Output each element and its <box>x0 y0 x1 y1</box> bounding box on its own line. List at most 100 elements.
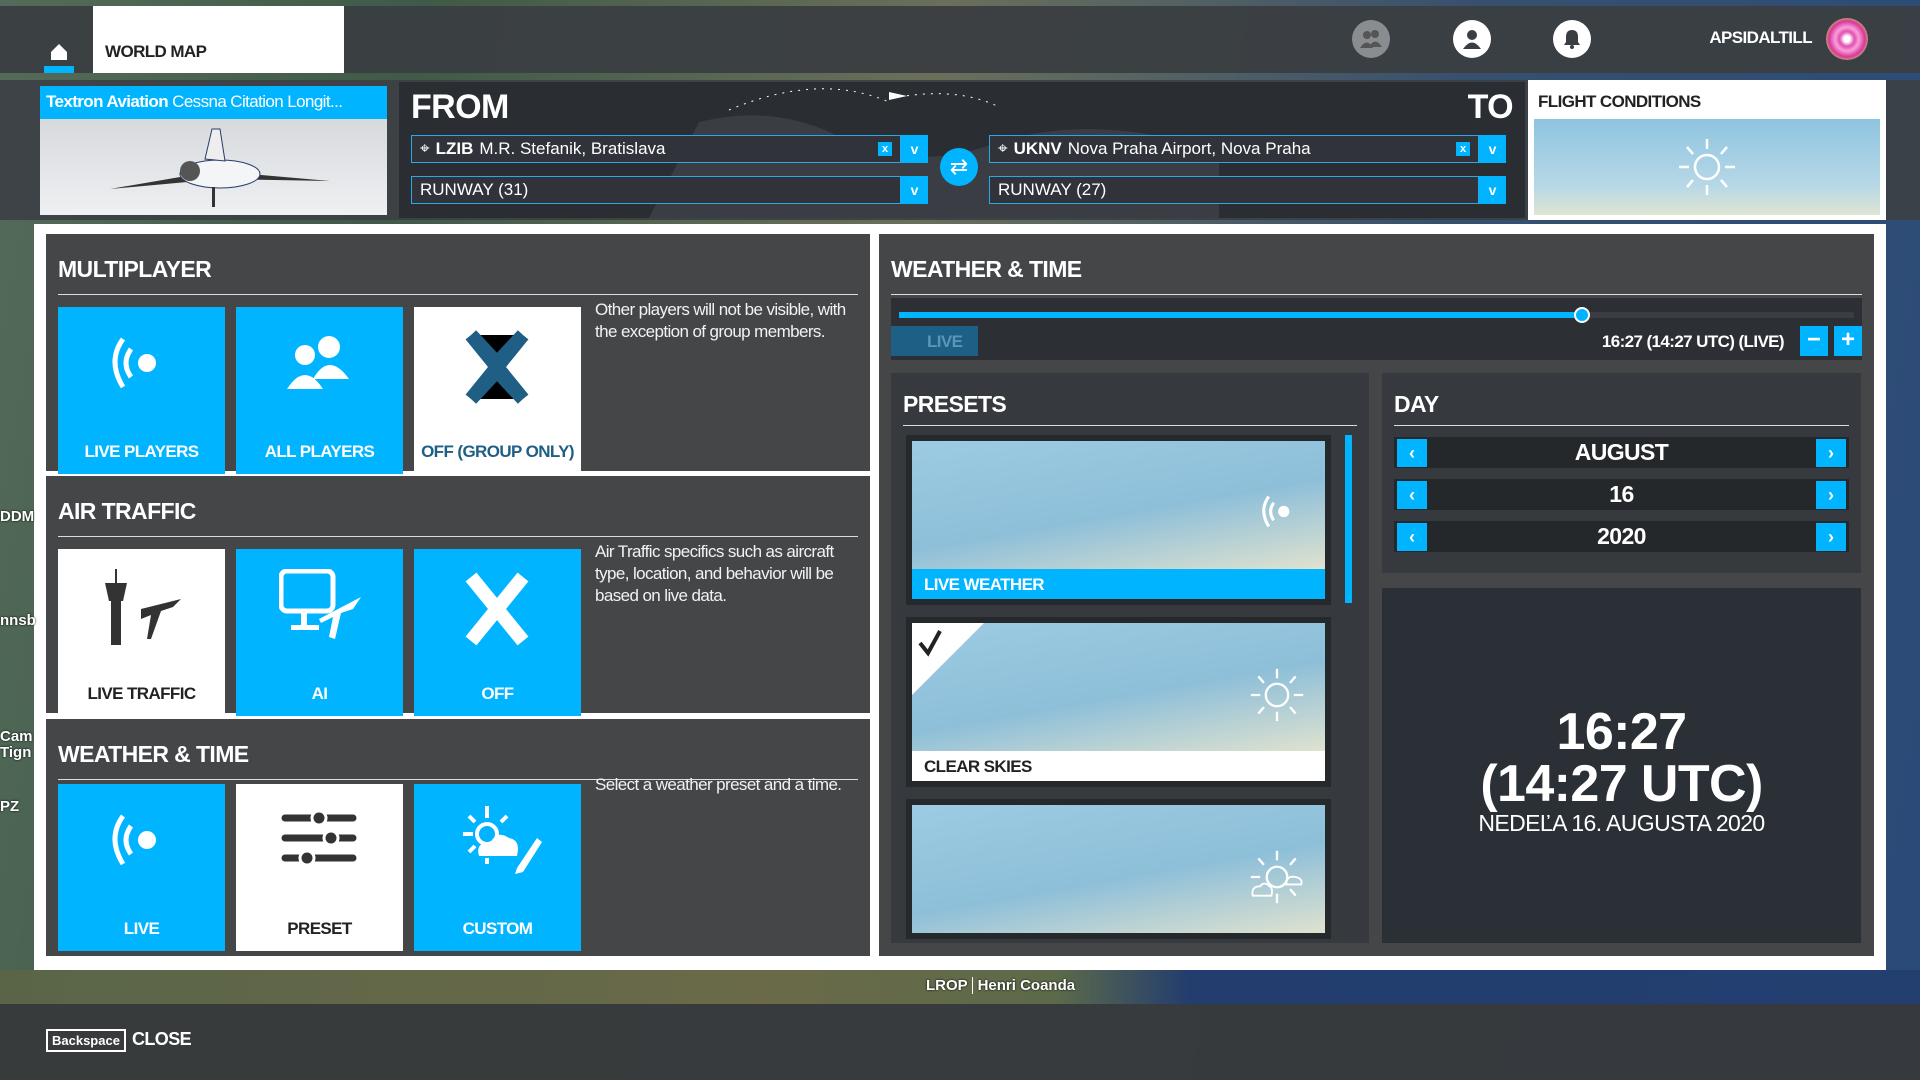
day-prev-button[interactable]: ‹ <box>1397 481 1427 509</box>
time-decrease-button[interactable]: − <box>1800 326 1828 356</box>
departure-runway-field[interactable]: RUNWAY (31) <box>411 176 901 204</box>
sliders-icon <box>281 809 357 867</box>
month-selector: ‹ AUGUST › <box>1394 437 1849 468</box>
arrival-runway-dropdown[interactable]: v <box>1479 176 1506 204</box>
avatar[interactable] <box>1826 18 1868 60</box>
time-control: LIVE 16:27 (14:27 UTC) (LIVE) − + <box>891 298 1862 360</box>
year-selector: ‹ 2020 › <box>1394 521 1849 552</box>
close-button[interactable]: CLOSE <box>132 1029 192 1050</box>
clear-arrival-button[interactable]: x <box>1456 142 1470 156</box>
section-description: Air Traffic specifics such as aircraft t… <box>595 542 834 605</box>
option-live-traffic[interactable]: LIVE TRAFFIC <box>58 549 225 716</box>
map-label: PZ <box>0 798 20 815</box>
option-off-group-only[interactable]: OFF (GROUP ONLY) <box>414 307 581 474</box>
custom-weather-icon <box>463 806 542 874</box>
map-label: DDM <box>0 508 35 525</box>
backspace-key-hint: Backspace <box>46 1029 126 1052</box>
close-x-icon <box>465 572 529 646</box>
to-label: TO <box>1467 88 1514 126</box>
live-signal-icon <box>112 814 156 866</box>
preset-live-weather[interactable]: LIVE WEATHER <box>906 435 1331 605</box>
partly-cloudy-icon <box>1250 850 1303 904</box>
section-title: AIR TRAFFIC <box>58 498 196 524</box>
players-icon <box>287 336 349 389</box>
option-ai[interactable]: AI <box>236 549 403 716</box>
section-description: Select a weather preset and a time. <box>595 775 842 794</box>
option-custom-weather[interactable]: CUSTOM <box>414 784 581 951</box>
preset-clear-skies[interactable]: CLEAR SKIES <box>906 617 1331 787</box>
airport-label[interactable]: LROP Henri Coanda <box>926 977 1076 994</box>
year-next-button[interactable]: › <box>1816 523 1846 551</box>
option-off[interactable]: OFF <box>414 549 581 716</box>
clock-display: 16:27 (14:27 UTC) NEDEĽA 16. AUGUSTA 202… <box>1382 588 1861 943</box>
time-increase-button[interactable]: + <box>1834 326 1862 356</box>
option-live-players[interactable]: LIVE PLAYERS <box>58 307 225 474</box>
live-signal-icon <box>1262 495 1290 528</box>
aircraft-image <box>110 128 330 207</box>
departure-dropdown[interactable]: v <box>901 135 928 163</box>
day-panel: DAY ‹ AUGUST › ‹ 16 › ‹ 2020 › <box>1382 373 1861 573</box>
time-readout: 16:27 (14:27 UTC) (LIVE) <box>1601 332 1785 351</box>
home-icon <box>51 44 67 60</box>
friends-button[interactable] <box>1352 20 1390 58</box>
sun-icon <box>1250 668 1304 722</box>
swap-icon: ⇄ <box>949 154 969 179</box>
departure-airport-field[interactable]: ⌖ LZIB M.R. Stefanik, Bratislava x <box>411 135 901 163</box>
clear-departure-button[interactable]: x <box>878 142 892 156</box>
location-icon: ⌖ <box>420 139 430 158</box>
map-label: Cam <box>0 728 33 745</box>
day-next-button[interactable]: › <box>1816 481 1846 509</box>
day-selector: ‹ 16 › <box>1394 479 1849 510</box>
flight-conditions-card[interactable]: FLIGHT CONDITIONS <box>1528 80 1886 220</box>
active-tab-indicator <box>44 66 74 73</box>
arrival-airport-field[interactable]: ⌖ UKNV Nova Praha Airport, Nova Praha x <box>989 135 1479 163</box>
year-prev-button[interactable]: ‹ <box>1397 523 1427 551</box>
tab-world-map[interactable]: WORLD MAP <box>93 6 344 73</box>
arrival-dropdown[interactable]: v <box>1479 135 1506 163</box>
presets-panel: PRESETS LIVE WEATHER CLEAR SKIES <box>891 373 1369 943</box>
option-live-weather[interactable]: LIVE <box>58 784 225 951</box>
aircraft-card[interactable]: Textron Aviation Cessna Citation Longit.… <box>40 86 387 215</box>
month-prev-button[interactable]: ‹ <box>1397 439 1427 467</box>
presets-title: PRESETS <box>903 391 1007 417</box>
notifications-button[interactable] <box>1553 20 1591 58</box>
profile-button[interactable] <box>1453 20 1491 58</box>
time-slider-handle[interactable] <box>1573 307 1590 323</box>
username[interactable]: APSIDALTILL <box>1709 28 1812 48</box>
selected-check-icon <box>912 623 984 695</box>
swap-airports-button[interactable]: ⇄ <box>940 148 978 186</box>
from-label: FROM <box>411 88 509 126</box>
flight-conditions-image <box>1534 119 1880 215</box>
multiplayer-section: MULTIPLAYER LIVE PLAYERS ALL PLAYERS OFF… <box>46 234 870 474</box>
profile-icon <box>1463 30 1481 49</box>
preset-partly-cloudy[interactable] <box>906 799 1331 939</box>
home-tab[interactable] <box>37 6 81 73</box>
section-title: WEATHER & TIME <box>58 741 249 767</box>
sun-icon <box>1679 139 1735 195</box>
time-slider-fill <box>899 312 1582 318</box>
time-slider[interactable] <box>899 307 1854 323</box>
date-text: NEDEĽA 16. AUGUSTA 2020 <box>1478 810 1765 836</box>
computer-plane-icon <box>279 569 361 639</box>
section-title: MULTIPLAYER <box>58 256 212 282</box>
map-label: Tign <box>0 744 32 761</box>
weather-time-section: WEATHER & TIME LIVE PRESET CUSTOM Select… <box>46 719 870 956</box>
map-label: nnsb <box>0 612 36 629</box>
utc-time: (14:27 UTC) <box>1480 755 1763 813</box>
option-all-players[interactable]: ALL PLAYERS <box>236 307 403 474</box>
departure-runway-dropdown[interactable]: v <box>901 176 928 204</box>
arrival-runway-field[interactable]: RUNWAY (27) <box>989 176 1479 204</box>
live-time-button[interactable]: LIVE <box>891 326 978 356</box>
local-time: 16:27 <box>1556 703 1688 761</box>
flight-conditions-title: FLIGHT CONDITIONS <box>1538 92 1701 111</box>
air-traffic-section: AIR TRAFFIC LIVE TRAFFIC AI OFF Air Traf… <box>46 476 870 716</box>
weather-time-panel: WEATHER & TIME LIVE 16:27 (14:27 UTC) (L… <box>879 234 1874 956</box>
month-next-button[interactable]: › <box>1816 439 1846 467</box>
aircraft-name: Textron Aviation Cessna Citation Longit.… <box>40 86 387 119</box>
presets-scrollbar[interactable] <box>1345 435 1352 603</box>
notification-bell-icon <box>1564 30 1580 49</box>
option-preset-weather[interactable]: PRESET <box>236 784 403 951</box>
panel-title: WEATHER & TIME <box>891 256 1082 282</box>
friends-icon <box>1360 30 1382 48</box>
footer-bar: Backspace CLOSE <box>0 1004 1920 1080</box>
